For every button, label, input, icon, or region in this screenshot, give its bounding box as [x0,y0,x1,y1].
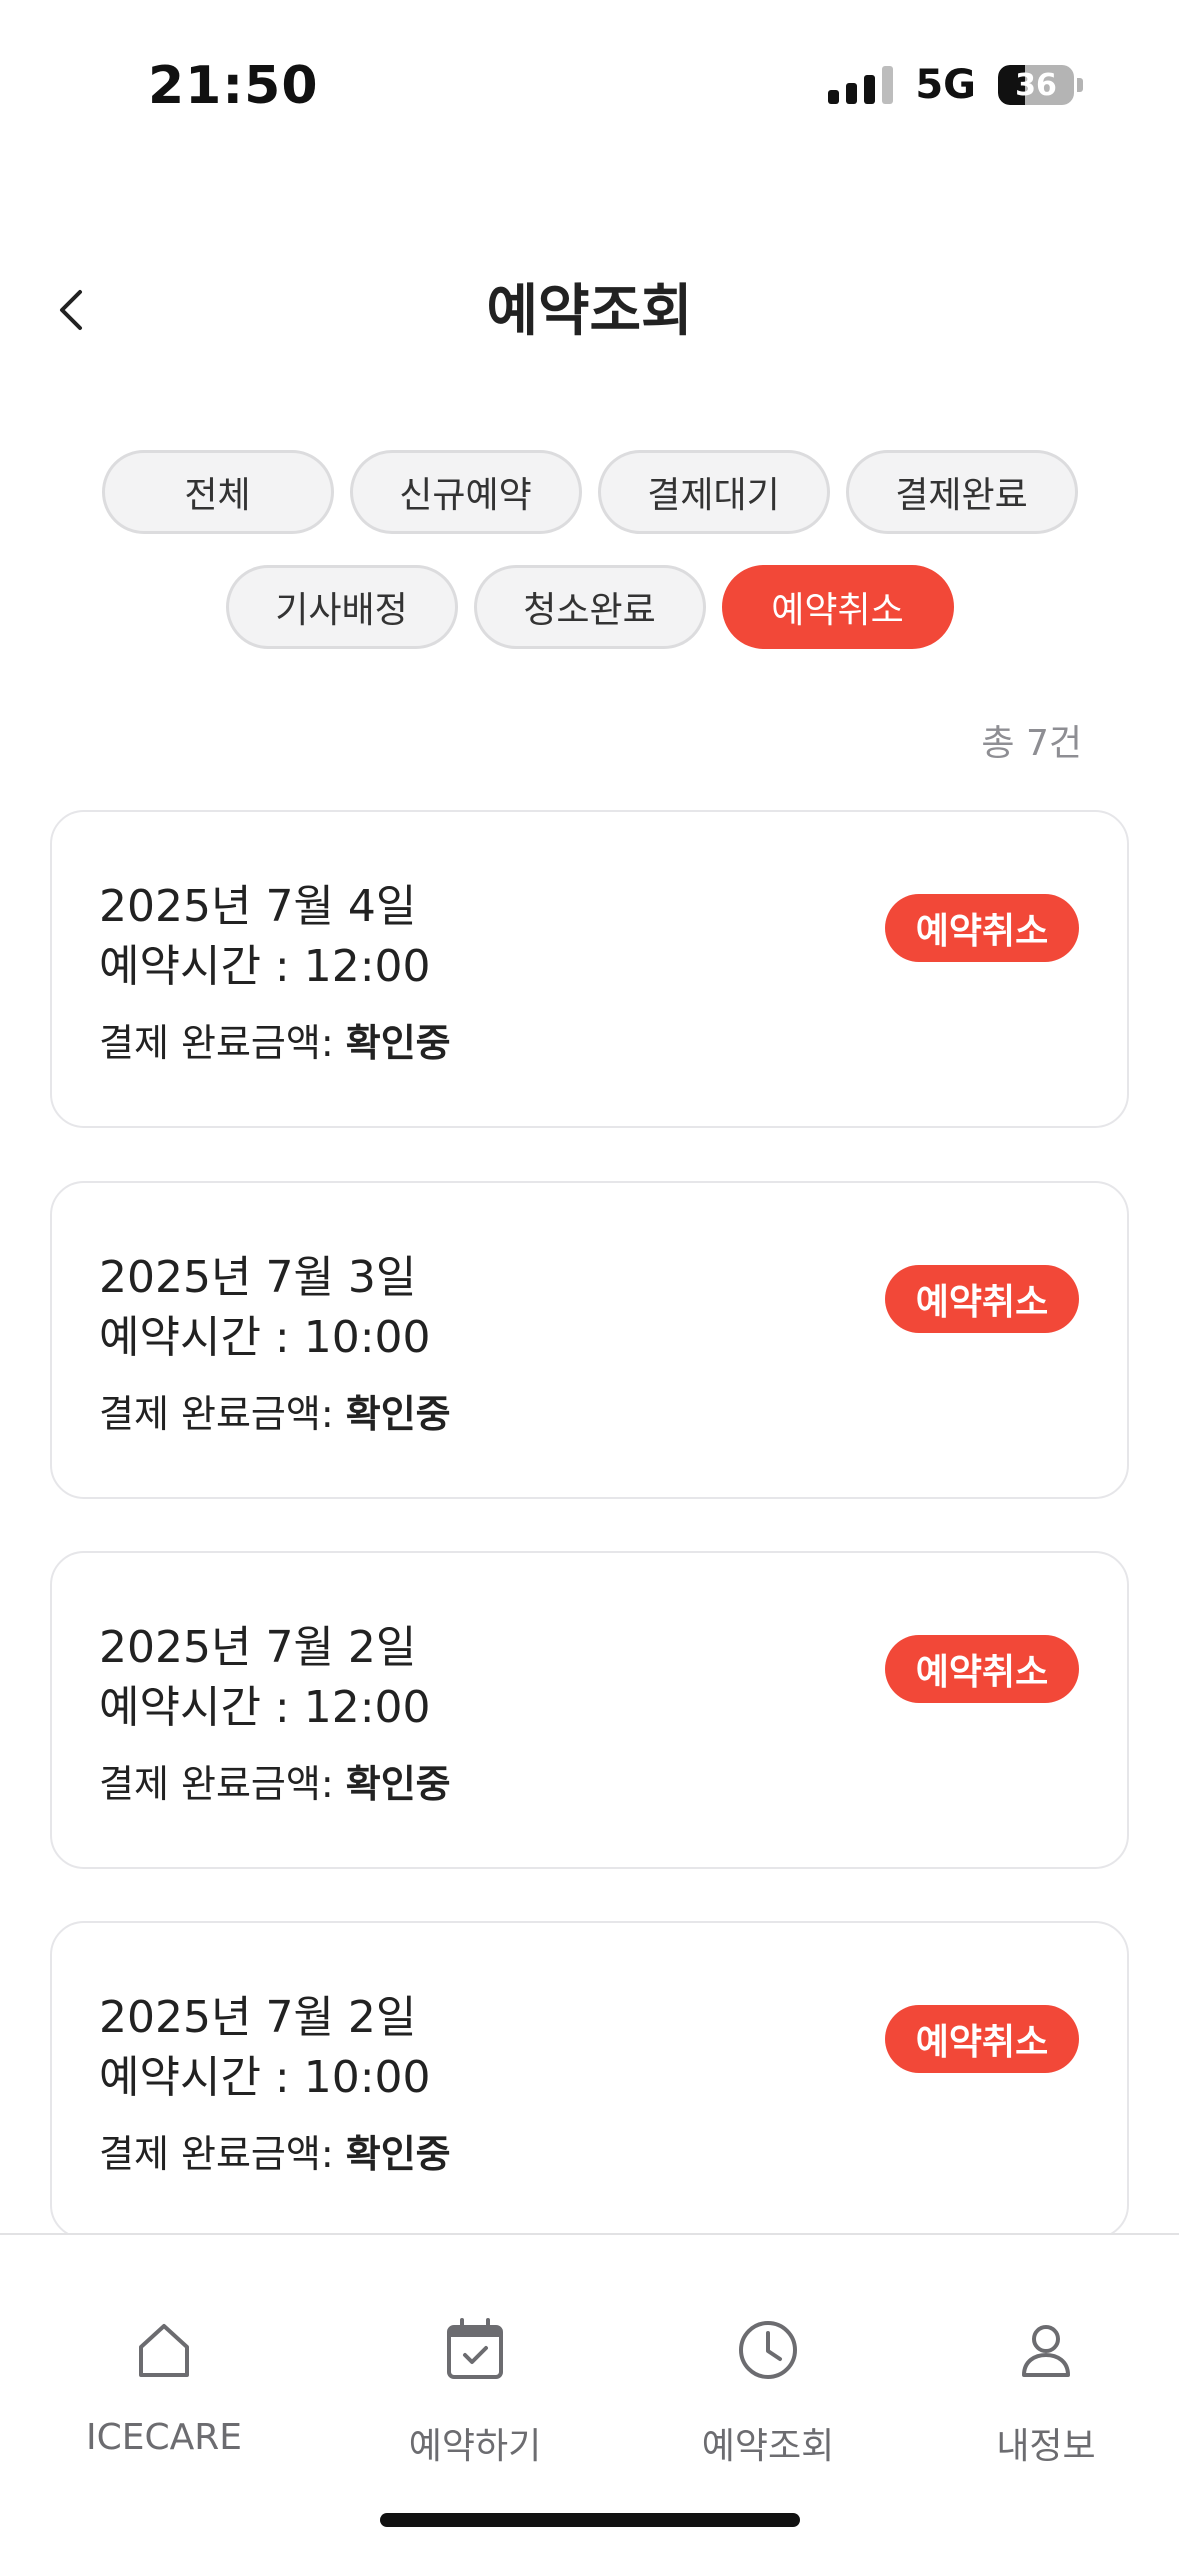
filter-chip-payment-complete[interactable]: 결제완료 [845,450,1078,534]
payment-label: 결제 완료금액: [99,1021,346,1065]
payment-amount: 결제 완료금액: 확인중 [99,2123,451,2178]
payment-value: 확인중 [345,1021,451,1065]
reservation-time: 예약시간 : 12:00 [99,1682,431,1733]
status-badge: 예약취소 [885,894,1079,962]
payment-label: 결제 완료금액: [99,1392,346,1436]
nav-label: 예약하기 [408,2426,542,2467]
nav-label: ICECARE [85,2417,243,2458]
home-indicator[interactable] [380,2513,800,2527]
reservation-card[interactable]: 2025년 7월 2일 예약시간 : 10:00 결제 완료금액: 확인중 예약… [50,1921,1129,2239]
reservation-card[interactable]: 2025년 7월 4일 예약시간 : 12:00 결제 완료금액: 확인중 예약… [50,810,1129,1128]
filter-chip-all[interactable]: 전체 [101,450,334,534]
reservation-time: 예약시간 : 12:00 [99,941,431,992]
nav-item-reservations[interactable]: 예약조회 [628,2235,908,2467]
total-count: 총 7건 [981,723,1082,764]
nav-label: 예약조회 [701,2426,835,2467]
payment-amount: 결제 완료금액: 확인중 [99,1383,451,1438]
filter-chip-driver-assigned[interactable]: 기사배정 [225,565,458,649]
bottom-nav: ICECARE 예약하기 예약조회 내정보 [0,2233,1179,2558]
payment-label: 결제 완료금액: [99,1762,346,1806]
reservation-card[interactable]: 2025년 7월 2일 예약시간 : 12:00 결제 완료금액: 확인중 예약… [50,1551,1129,1869]
payment-amount: 결제 완료금액: 확인중 [99,1753,451,1808]
payment-label: 결제 완료금액: [99,2132,346,2176]
filter-chip-new[interactable]: 신규예약 [349,450,582,534]
battery-percent: 36 [1015,67,1057,103]
filter-chip-cancelled[interactable]: 예약취소 [721,565,954,649]
status-time: 21:50 [148,56,319,116]
nav-item-home[interactable]: ICECARE [24,2235,304,2458]
filter-row-2: 기사배정 청소완료 예약취소 [0,565,1179,649]
filter-row-1: 전체 신규예약 결제대기 결제완료 [0,450,1179,534]
filter-chip-cleaning-complete[interactable]: 청소완료 [473,565,706,649]
status-badge: 예약취소 [885,1265,1079,1333]
reservation-time: 예약시간 : 10:00 [99,1312,431,1363]
signal-icon [828,66,894,104]
reservation-card[interactable]: 2025년 7월 3일 예약시간 : 10:00 결제 완료금액: 확인중 예약… [50,1181,1129,1499]
status-badge: 예약취소 [885,1635,1079,1703]
home-icon [139,2324,189,2377]
clock-icon [739,2321,797,2379]
nav-item-my-info[interactable]: 내정보 [906,2235,1179,2467]
status-indicators: 5G 36 [828,62,1083,108]
reservation-date: 2025년 7월 2일 [99,1992,417,2043]
battery-icon: 36 [998,65,1083,105]
reservation-date: 2025년 7월 4일 [99,881,417,932]
reservation-date: 2025년 7월 2일 [99,1622,417,1673]
nav-item-book[interactable]: 예약하기 [335,2235,615,2467]
payment-value: 확인중 [345,1392,451,1436]
filter-chip-payment-pending[interactable]: 결제대기 [597,450,830,534]
payment-amount: 결제 완료금액: 확인중 [99,1012,451,1067]
status-badge: 예약취소 [885,2005,1079,2073]
network-type: 5G [915,62,976,108]
payment-value: 확인중 [345,1762,451,1806]
page-title: 예약조회 [486,279,693,344]
calendar-check-icon [447,2318,503,2379]
reservation-time: 예약시간 : 10:00 [99,2052,431,2103]
nav-label: 내정보 [996,2426,1096,2467]
reservation-date: 2025년 7월 3일 [99,1252,417,1303]
user-icon [1022,2325,1070,2377]
payment-value: 확인중 [345,2132,451,2176]
